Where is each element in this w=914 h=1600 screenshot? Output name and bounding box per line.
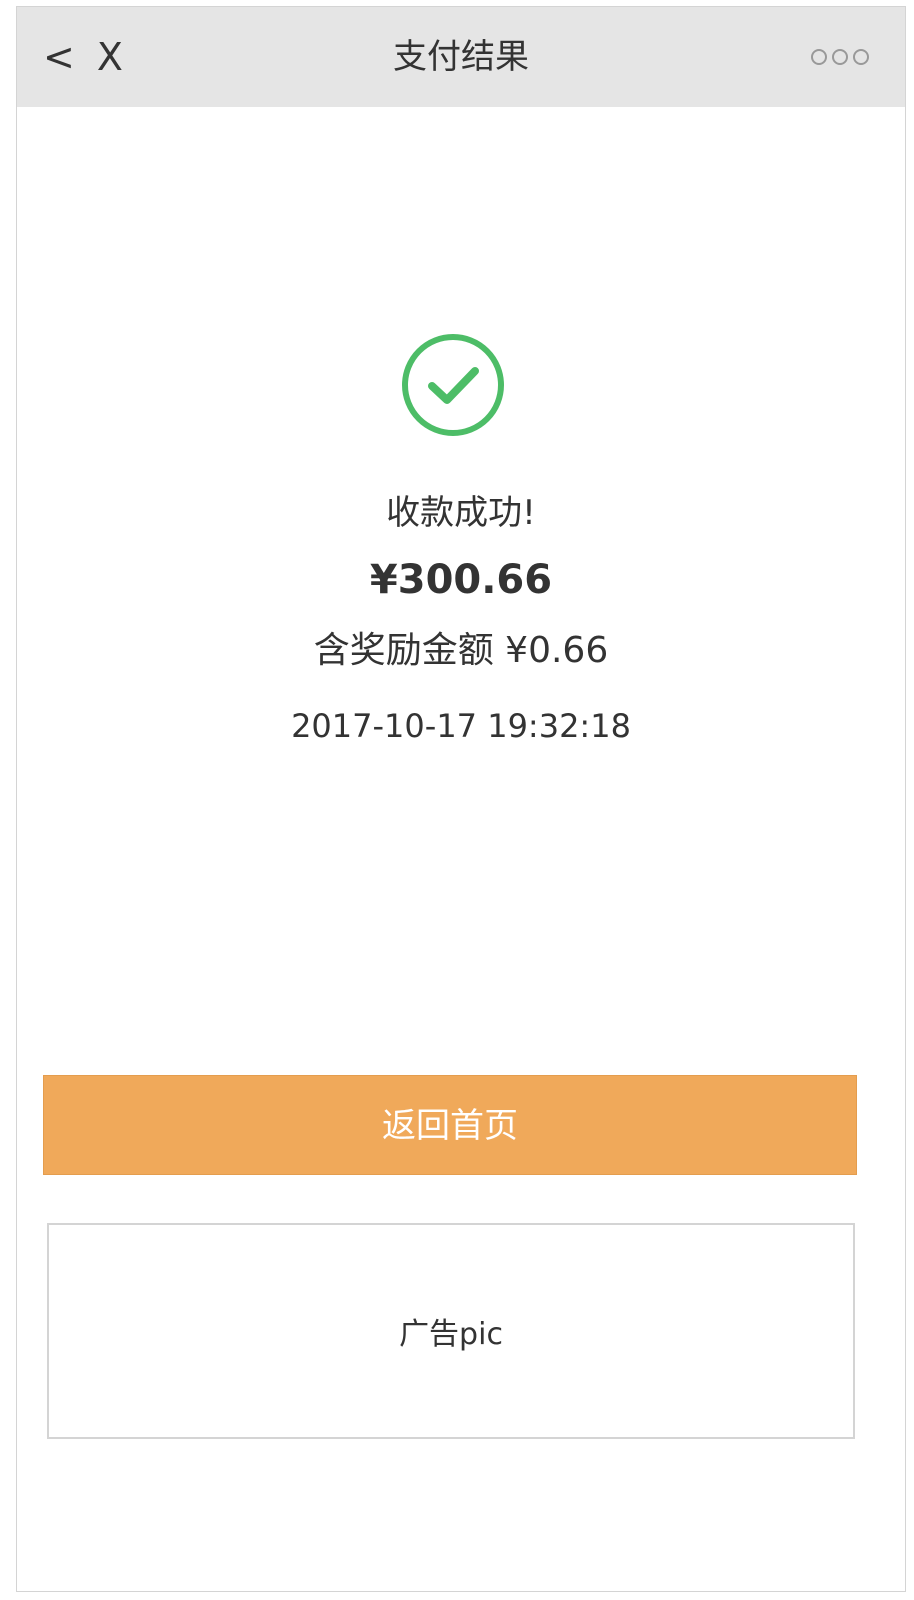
phone-screen: < X 支付结果 收款成功! ¥300.66 含奖励金额 ¥0.66 2017-… bbox=[16, 6, 906, 1592]
more-options-button[interactable] bbox=[811, 7, 869, 107]
payment-status: 收款成功! bbox=[386, 493, 536, 533]
dot-icon bbox=[853, 49, 869, 65]
navigation-bar: < X 支付结果 bbox=[17, 7, 905, 107]
payment-amount: ¥300.66 bbox=[369, 557, 553, 603]
payment-timestamp: 2017-10-17 19:32:18 bbox=[291, 707, 631, 745]
check-circle-icon bbox=[402, 334, 504, 436]
ad-placeholder-label: 广告pic bbox=[399, 1317, 503, 1352]
dot-icon bbox=[811, 49, 827, 65]
dot-icon bbox=[832, 49, 848, 65]
bonus-amount: 含奖励金额 ¥0.66 bbox=[313, 630, 609, 671]
ad-banner[interactable]: 广告pic bbox=[47, 1223, 855, 1439]
page-title: 支付结果 bbox=[393, 37, 529, 77]
return-home-button[interactable]: 返回首页 bbox=[43, 1075, 857, 1175]
